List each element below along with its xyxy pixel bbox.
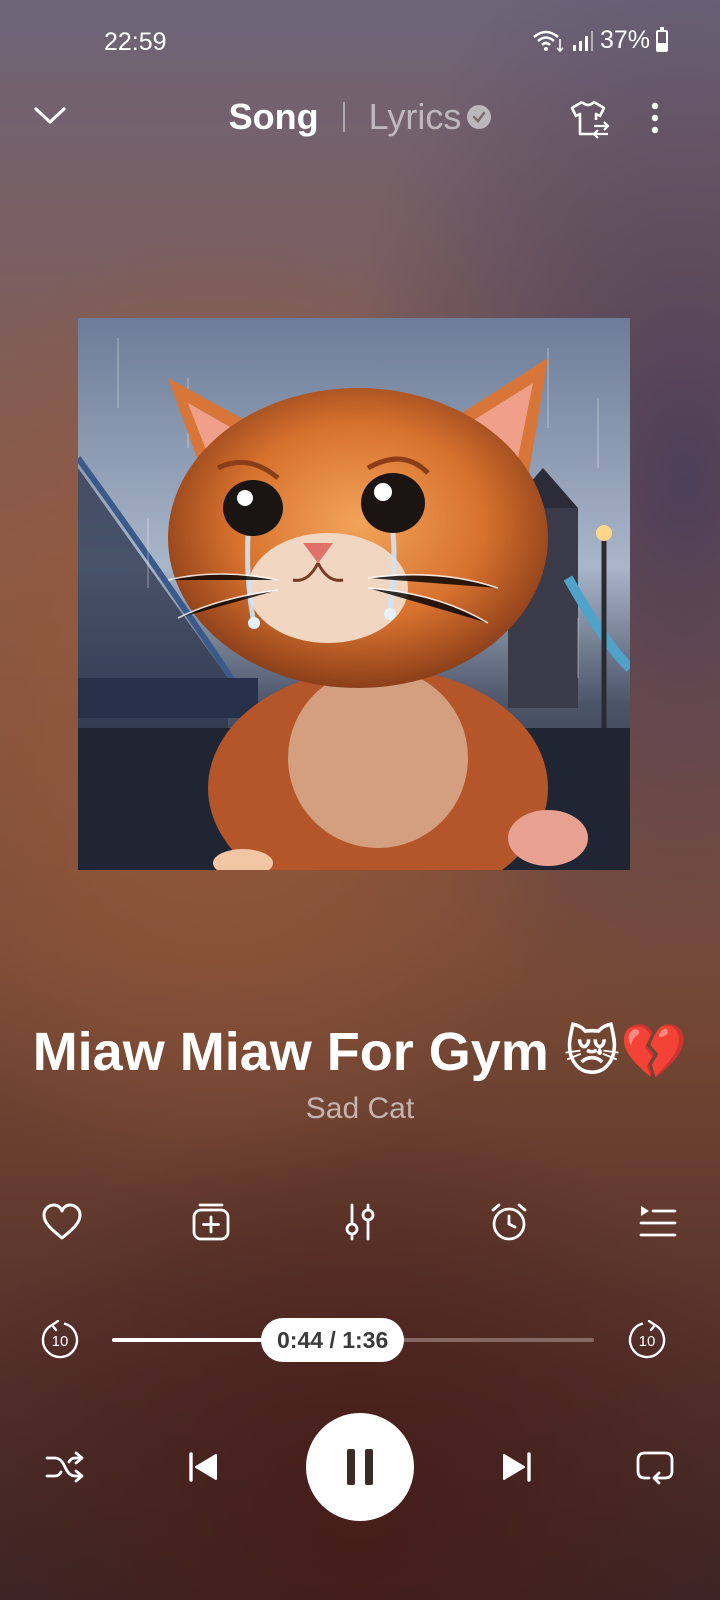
- tab-lyrics[interactable]: Lyrics: [369, 96, 492, 138]
- status-time: 22:59: [104, 28, 167, 56]
- heart-icon: [42, 1203, 82, 1240]
- tab-lyrics-label: Lyrics: [368, 96, 462, 137]
- rewind-10-icon: 10: [41, 1319, 79, 1359]
- repeat-icon: [636, 1451, 674, 1485]
- previous-icon: [189, 1452, 217, 1482]
- shuffle-icon: [45, 1451, 84, 1483]
- rewind-10-button[interactable]: 10: [40, 1319, 80, 1360]
- theme-button[interactable]: [566, 96, 614, 142]
- wifi-icon: [533, 30, 564, 52]
- verified-check-icon: [467, 105, 492, 129]
- shuffle-button[interactable]: [30, 1432, 100, 1502]
- rewind-10-label: 10: [52, 1333, 69, 1350]
- tab-divider: [342, 102, 345, 132]
- forward-10-button[interactable]: 10: [627, 1319, 667, 1360]
- equalizer-icon: [345, 1203, 375, 1241]
- status-icons: 37%: [532, 26, 668, 55]
- album-artwork: [78, 318, 630, 870]
- tab-song[interactable]: Song: [229, 96, 319, 138]
- song-title: Miaw Miaw For Gym 😿💔: [32, 1022, 688, 1082]
- previous-button[interactable]: [168, 1432, 238, 1502]
- progress-row: 10 0:44 / 1:36 10: [0, 1310, 720, 1370]
- more-button[interactable]: [640, 98, 670, 138]
- more-vertical-icon: [651, 102, 659, 134]
- forward-10-label: 10: [639, 1333, 656, 1350]
- add-to-playlist-icon: [192, 1203, 230, 1241]
- queue-icon: [639, 1206, 677, 1237]
- repeat-button[interactable]: [620, 1432, 690, 1502]
- like-button[interactable]: [24, 1192, 100, 1252]
- queue-button[interactable]: [620, 1192, 696, 1252]
- next-icon: [503, 1452, 531, 1482]
- pause-icon: [347, 1449, 373, 1485]
- artist-name[interactable]: Sad Cat: [0, 1092, 720, 1126]
- action-bar: [24, 1192, 696, 1252]
- time-readout[interactable]: 0:44 / 1:36: [261, 1318, 405, 1362]
- signal-icon: [572, 30, 593, 51]
- forward-10-icon: 10: [628, 1319, 666, 1359]
- tshirt-swap-icon: [570, 100, 610, 139]
- sleep-timer-button[interactable]: [471, 1192, 547, 1252]
- pause-button[interactable]: [306, 1413, 414, 1521]
- battery-icon: [656, 26, 668, 52]
- next-button[interactable]: [482, 1432, 552, 1502]
- transport-controls: [30, 1412, 690, 1522]
- battery-percent: 37%: [599, 26, 650, 54]
- add-to-playlist-button[interactable]: [173, 1192, 249, 1252]
- album-artwork-image: [78, 318, 630, 870]
- equalizer-button[interactable]: [322, 1192, 398, 1252]
- sleep-timer-icon: [491, 1203, 527, 1241]
- player-screen: 22:59 37% Song Lyrics Miaw Miaw For Gym …: [0, 0, 720, 1600]
